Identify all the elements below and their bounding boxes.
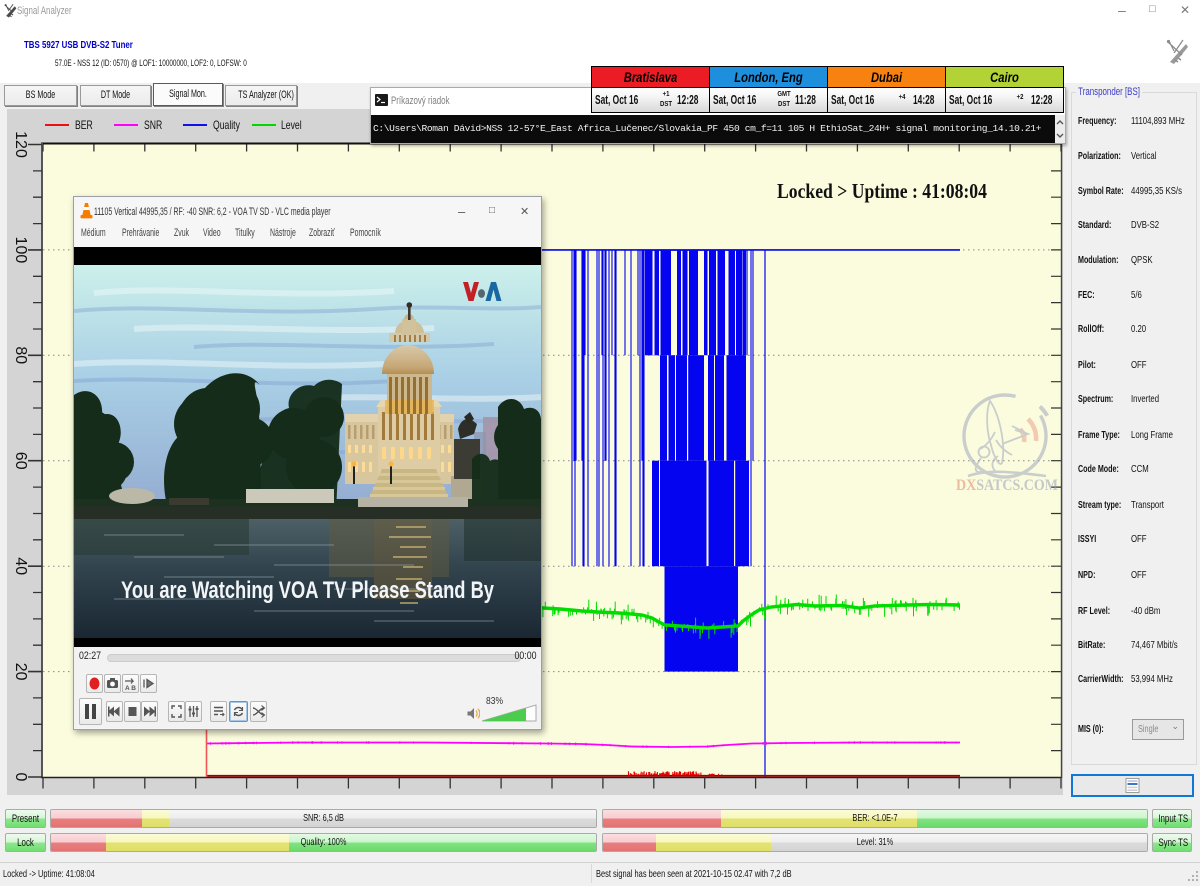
svg-text:20: 20 (12, 663, 29, 681)
svg-text:40: 40 (12, 557, 29, 575)
svg-text:60: 60 (12, 452, 29, 470)
svg-text:You are Watching VOA TV Please: You are Watching VOA TV Please Stand By (121, 577, 494, 604)
svg-text:80: 80 (12, 346, 29, 364)
svg-text:0: 0 (12, 773, 29, 782)
svg-text:120: 120 (12, 131, 29, 158)
svg-text:A B: A B (125, 685, 136, 692)
svg-text:100: 100 (12, 237, 29, 264)
svg-text:DXSATCS.COM: DXSATCS.COM (956, 477, 1058, 494)
